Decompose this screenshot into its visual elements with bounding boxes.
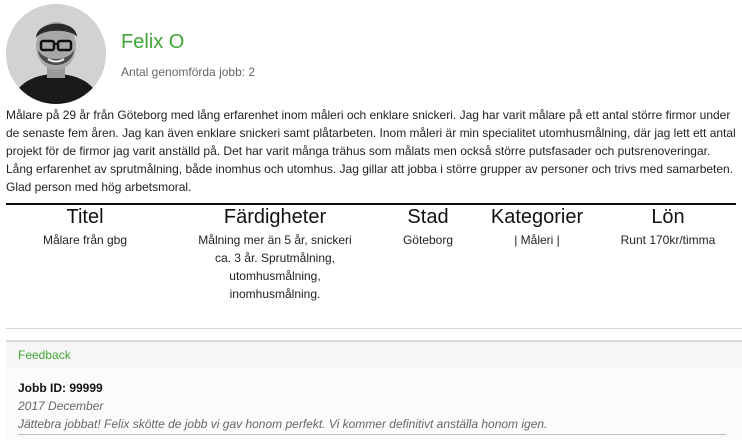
column-value-skills: Målning mer än 5 år, snickeri ca. 3 år. … (198, 233, 352, 301)
column-title: Titel Målare från gbg (6, 205, 164, 249)
avatar (6, 4, 106, 104)
feedback-divider (18, 434, 726, 435)
column-header-skills: Färdigheter (223, 206, 327, 228)
column-header-categories: Kategorier (490, 206, 584, 228)
column-skills: Färdigheter Målning mer än 5 år, snicker… (196, 205, 354, 303)
column-salary: Lön Runt 170kr/timma (608, 205, 728, 249)
section-divider (6, 328, 742, 329)
column-header-city: Stad (407, 206, 449, 228)
feedback-header: Feedback (6, 340, 742, 371)
feedback-item: Jobb ID: 99999 2017 December Jättebra jo… (6, 369, 742, 440)
column-city: Stad Göteborg (378, 205, 478, 249)
feedback-heading: Feedback (18, 348, 71, 362)
completed-jobs-count: Antal genomförda jobb: 2 (121, 65, 256, 79)
column-value-salary: Runt 170kr/timma (620, 233, 716, 247)
feedback-job-id: Jobb ID: 99999 (18, 381, 103, 395)
profile-bio: Målare på 29 år från Göteborg med lång e… (6, 108, 736, 194)
feedback-text: Jättebra jobbat! Felix skötte de jobb vi… (18, 417, 548, 431)
column-header-title: Titel (66, 206, 104, 228)
column-value-categories: | Måleri | (514, 233, 560, 247)
feedback-date: 2017 December (18, 399, 104, 413)
column-value-city: Göteborg (402, 233, 454, 247)
profile-name: Felix O (121, 31, 185, 53)
column-header-salary: Lön (651, 206, 685, 228)
column-categories: Kategorier | Måleri | (476, 205, 598, 249)
column-value-title: Målare från gbg (42, 233, 128, 247)
